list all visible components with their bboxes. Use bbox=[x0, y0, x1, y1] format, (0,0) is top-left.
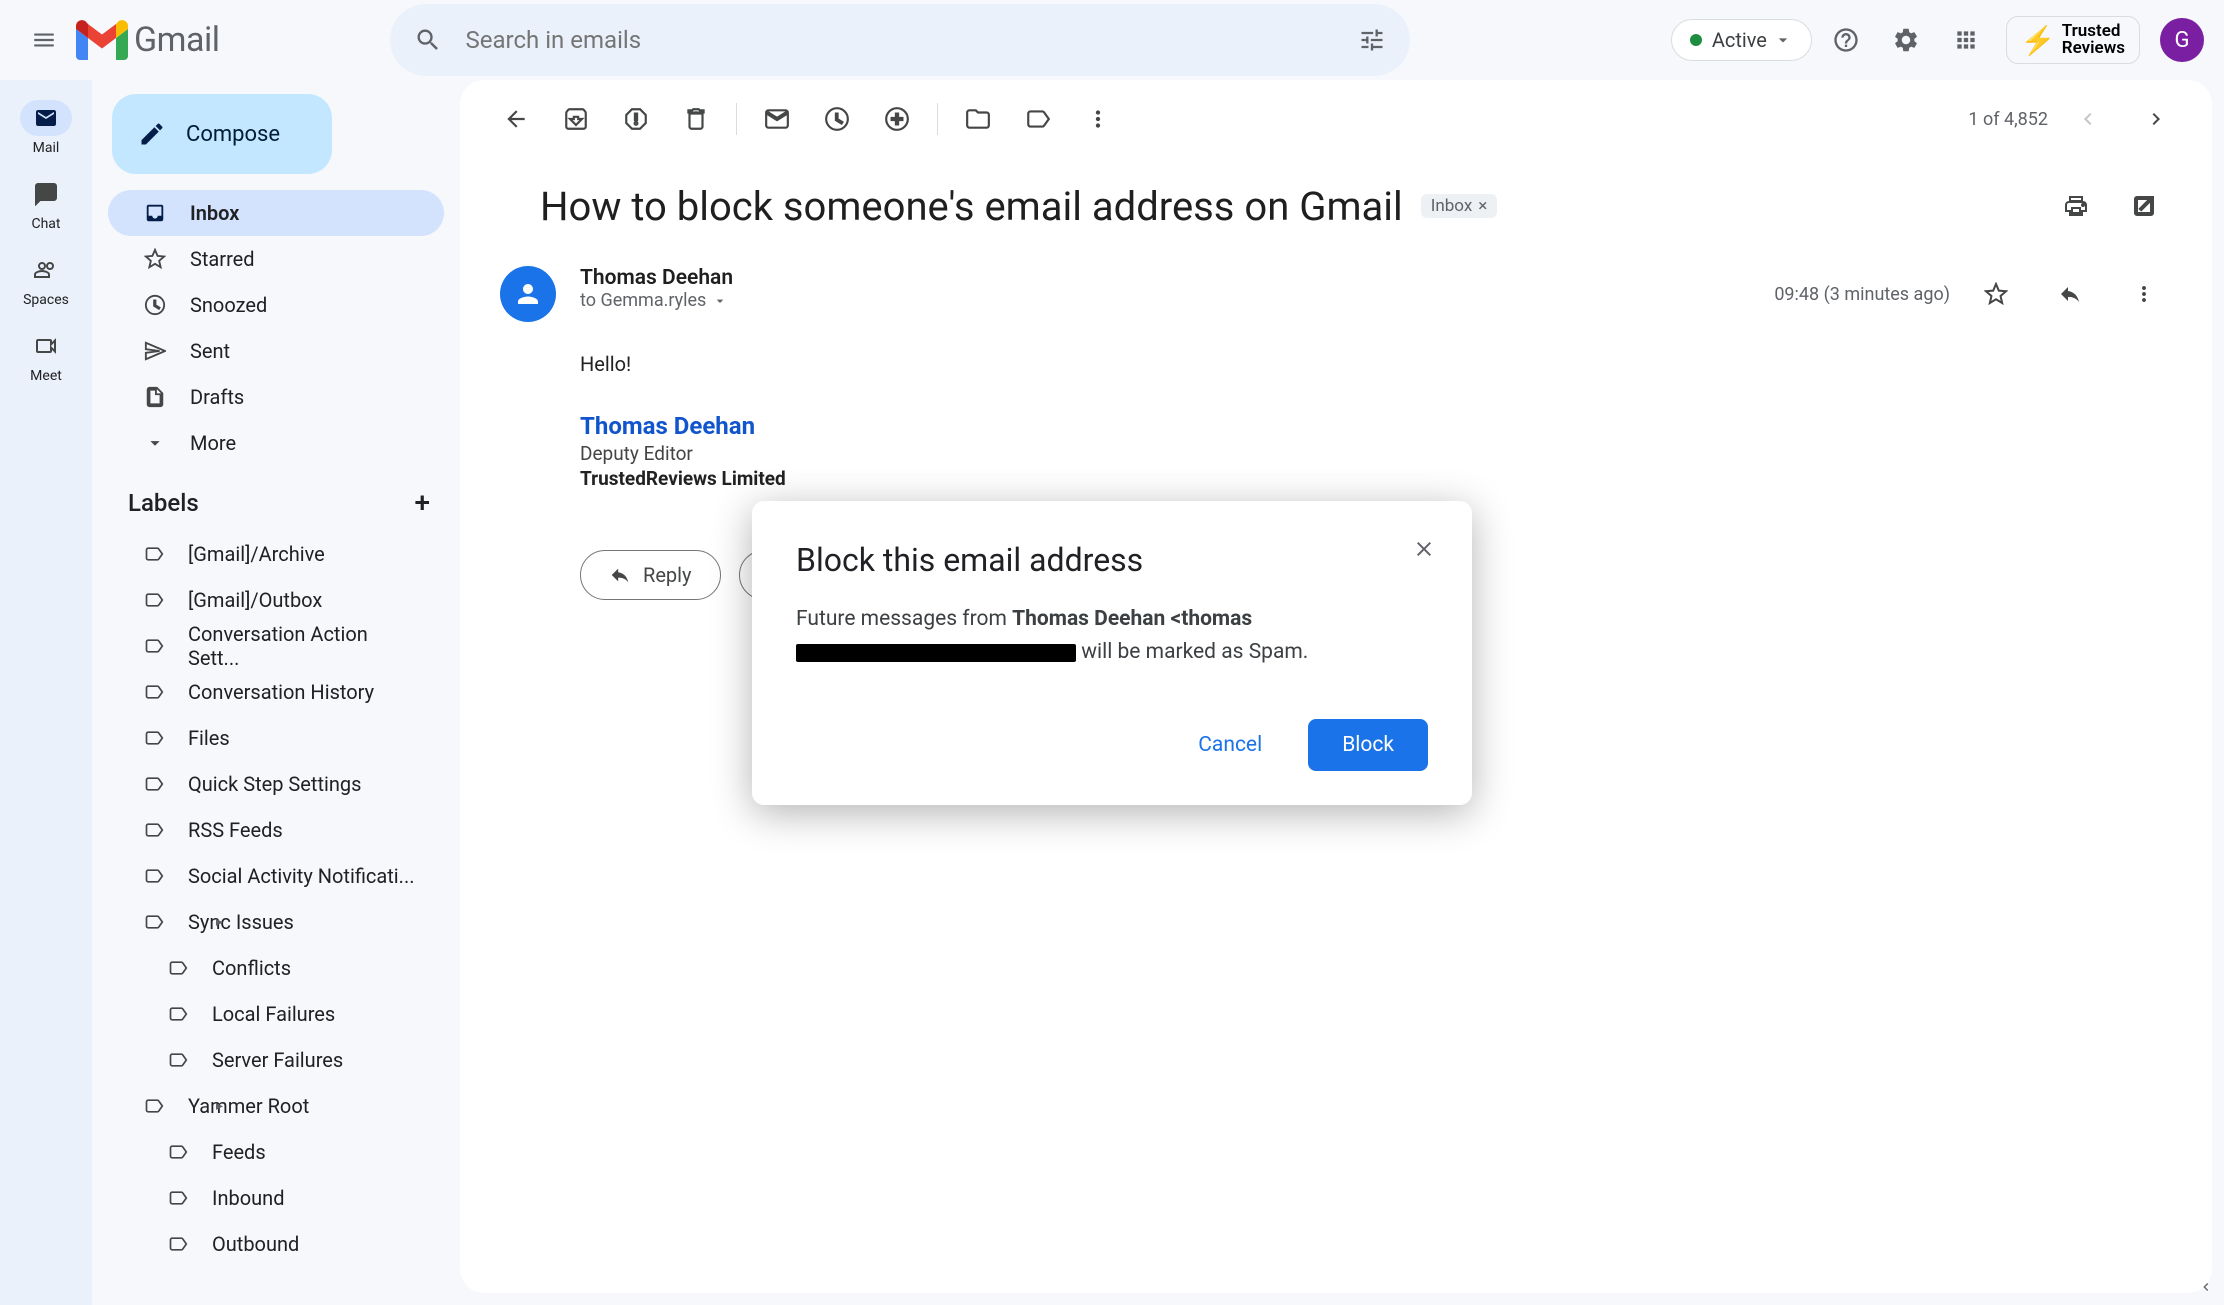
modal-cancel-button[interactable]: Cancel bbox=[1170, 719, 1290, 771]
close-icon bbox=[1412, 537, 1436, 561]
modal-body-suffix: will be marked as Spam. bbox=[1076, 640, 1308, 664]
modal-body: Future messages from Thomas Deehan <thom… bbox=[796, 603, 1428, 683]
modal-sender-bold: Thomas Deehan <thomas bbox=[1012, 607, 1252, 631]
modal-title: Block this email address bbox=[796, 541, 1428, 579]
modal-close-button[interactable] bbox=[1404, 529, 1444, 569]
block-sender-modal: Block this email address Future messages… bbox=[752, 501, 1472, 805]
modal-block-button[interactable]: Block bbox=[1308, 719, 1428, 771]
modal-overlay: Block this email address Future messages… bbox=[0, 0, 2224, 1305]
modal-redacted-bar bbox=[796, 644, 1076, 662]
modal-body-prefix: Future messages from bbox=[796, 607, 1012, 631]
